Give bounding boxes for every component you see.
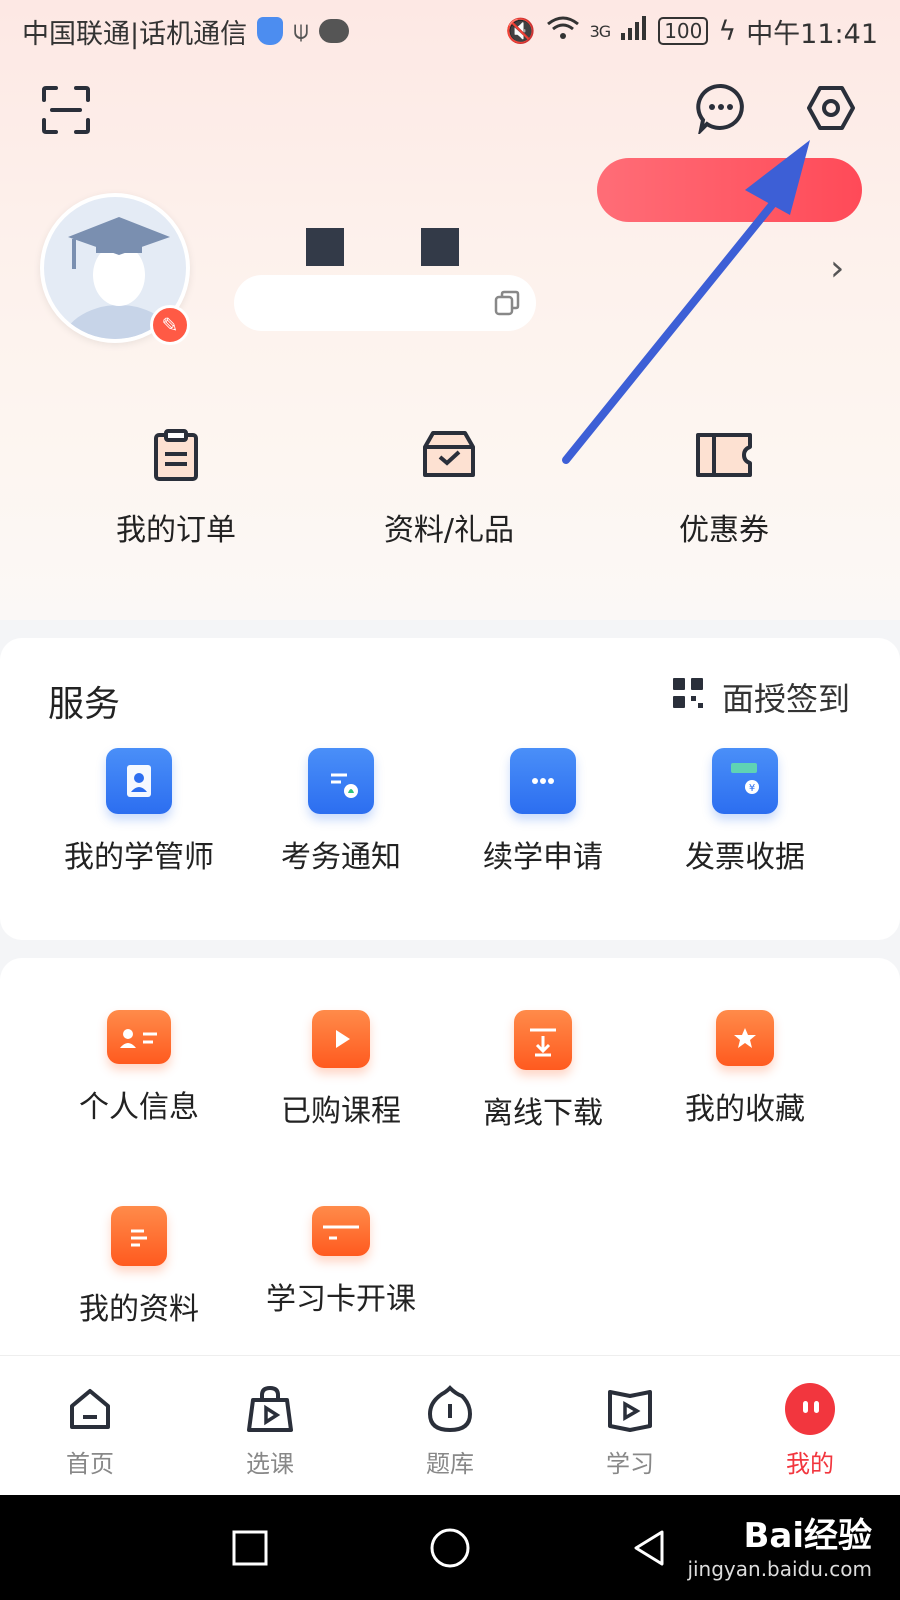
service-label: 发票收据 <box>685 840 805 875</box>
nav-question-bank[interactable]: 题库 <box>360 1356 540 1495</box>
id-card-icon <box>107 1010 171 1064</box>
nav-label: 选课 <box>246 1450 294 1478</box>
star-folder-icon <box>716 1010 774 1066</box>
nav-home[interactable]: 首页 <box>0 1356 180 1495</box>
tutor-icon <box>106 748 172 814</box>
service-exam-notice[interactable]: 考务通知 <box>238 748 444 876</box>
qr-code-icon <box>672 677 704 717</box>
signal-icon <box>620 15 648 48</box>
nav-label: 我的 <box>786 1450 834 1478</box>
feature-favorites[interactable]: 我的收藏 <box>642 1010 848 1128</box>
home-button-icon[interactable] <box>420 1518 480 1578</box>
quick-link-label: 资料/礼品 <box>383 513 515 548</box>
wifi-icon <box>546 15 580 48</box>
service-renewal[interactable]: 续学申请 <box>440 748 646 876</box>
question-bank-icon <box>425 1384 475 1434</box>
feature-purchased[interactable]: 已购课程 <box>238 1010 444 1130</box>
section-title: 服务 <box>48 684 121 725</box>
clipboard-icon <box>146 425 206 485</box>
promo-banner[interactable] <box>597 158 862 222</box>
clock: 中午11:41 <box>746 18 878 50</box>
shield-icon <box>257 17 284 45</box>
exam-notice-icon <box>308 748 374 814</box>
chat-bubble-icon <box>318 19 349 43</box>
feature-label: 已购课程 <box>281 1094 401 1129</box>
quick-link-label: 优惠券 <box>679 513 769 548</box>
wallet-icon: ¥ <box>712 748 778 814</box>
home-icon <box>65 1384 115 1434</box>
document-icon <box>111 1206 167 1266</box>
checkin-button[interactable]: 面授签到 <box>672 674 850 720</box>
redacted-name-part <box>421 228 459 266</box>
message-icon[interactable] <box>693 80 749 136</box>
service-label: 考务通知 <box>281 840 401 875</box>
bottom-nav: 首页 选课 题库 学习 我的 <box>0 1355 900 1495</box>
battery-level: 100 <box>658 17 709 45</box>
feature-label: 学习卡开课 <box>266 1282 416 1317</box>
charging-icon: ϟ <box>718 15 737 47</box>
quick-link-label: 我的订单 <box>116 513 236 548</box>
chevron-right-icon[interactable]: › <box>830 248 844 289</box>
svg-text:¥: ¥ <box>749 783 755 794</box>
coupon-icon <box>694 425 754 485</box>
feature-label: 个人信息 <box>79 1090 199 1125</box>
settings-icon[interactable] <box>803 80 859 136</box>
nav-label: 题库 <box>426 1450 474 1478</box>
play-icon <box>312 1010 370 1068</box>
back-icon[interactable] <box>620 1518 680 1578</box>
download-icon <box>514 1010 572 1070</box>
inbox-check-icon <box>419 425 479 485</box>
nav-courses[interactable]: 选课 <box>180 1356 360 1495</box>
feature-download[interactable]: 离线下载 <box>440 1010 646 1132</box>
watermark-url: jingyan.baidu.com <box>687 1557 872 1581</box>
features-card: 个人信息 已购课程 离线下载 我的收藏 我的资料 学习卡开课 <box>0 958 900 1358</box>
chat-icon <box>510 748 576 814</box>
quick-link-materials[interactable]: 资料/礼品 <box>349 425 549 549</box>
feature-label: 我的收藏 <box>685 1092 805 1127</box>
nav-label: 学习 <box>606 1450 654 1478</box>
book-play-icon <box>605 1384 655 1434</box>
network-type: 3G <box>589 21 612 41</box>
scan-icon[interactable] <box>38 82 94 138</box>
copy-icon[interactable] <box>478 278 536 328</box>
card-icon <box>312 1206 370 1256</box>
feature-study-card[interactable]: 学习卡开课 <box>238 1206 444 1318</box>
me-face-icon <box>785 1383 835 1435</box>
feature-label: 离线下载 <box>483 1096 603 1131</box>
service-tutor[interactable]: 我的学管师 <box>36 748 242 876</box>
status-bar: 中国联通|话机通信 ⍦ 🔇 3G 100 ϟ 中午11:41 <box>0 0 900 62</box>
usb-icon: ⍦ <box>293 15 309 46</box>
service-label: 续学申请 <box>483 840 603 875</box>
feature-profile[interactable]: 个人信息 <box>36 1010 242 1126</box>
service-invoice[interactable]: ¥ 发票收据 <box>642 748 848 876</box>
services-card: 服务 面授签到 我的学管师 考务通知 续学申请 ¥ 发票收据 <box>0 638 900 940</box>
mute-icon: 🔇 <box>505 17 536 45</box>
checkin-label: 面授签到 <box>721 680 850 718</box>
carrier-label: 中国联通|话机通信 <box>22 18 248 50</box>
feature-label: 我的资料 <box>79 1292 199 1327</box>
shopping-bag-icon <box>245 1384 295 1434</box>
quick-link-orders[interactable]: 我的订单 <box>76 425 276 549</box>
recents-icon[interactable] <box>220 1518 280 1578</box>
feature-materials[interactable]: 我的资料 <box>36 1206 242 1328</box>
watermark: Bai经验 jingyan.baidu.com <box>687 1508 872 1581</box>
service-label: 我的学管师 <box>64 840 214 875</box>
nav-label: 首页 <box>66 1450 114 1478</box>
nav-study[interactable]: 学习 <box>540 1356 720 1495</box>
edit-avatar-icon[interactable]: ✎ <box>150 305 190 345</box>
nav-me[interactable]: 我的 <box>720 1356 900 1495</box>
redacted-name-part <box>306 228 344 266</box>
quick-link-coupons[interactable]: 优惠券 <box>624 425 824 549</box>
watermark-brand: Bai经验 <box>743 1516 872 1556</box>
